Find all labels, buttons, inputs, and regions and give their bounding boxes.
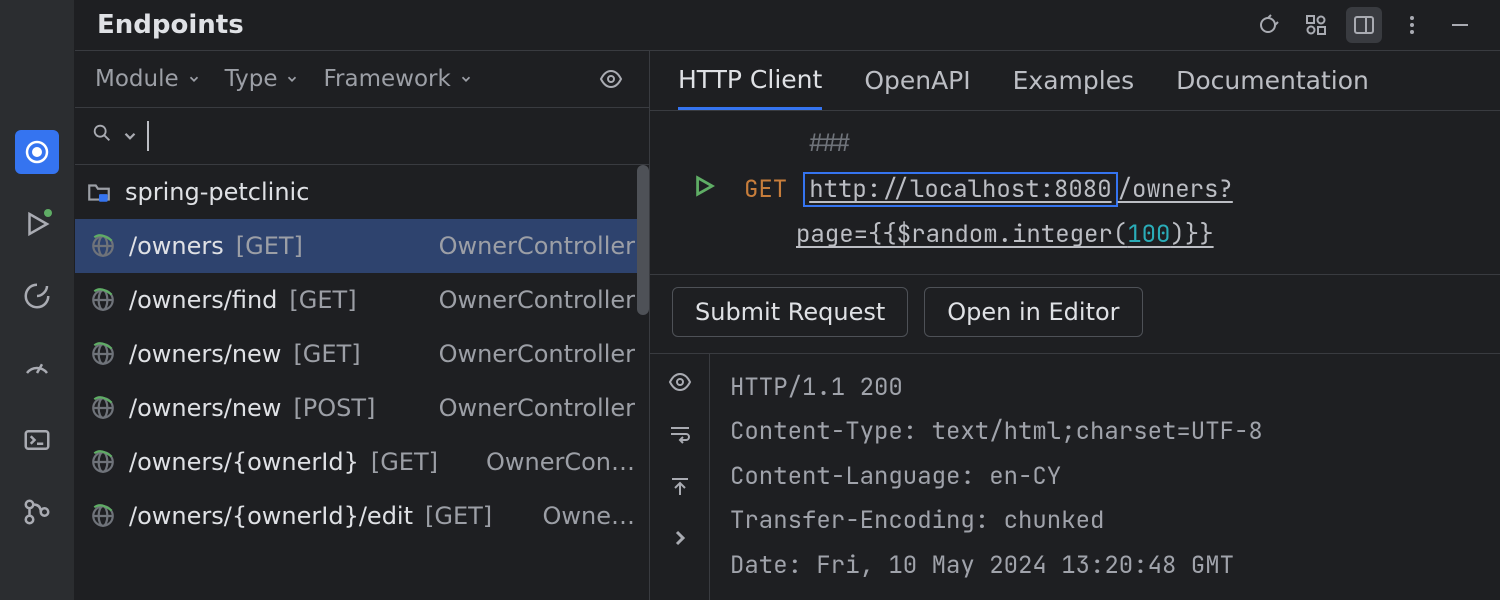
endpoints-tool-icon[interactable] [15,130,59,174]
endpoint-path: /owners/find [129,286,277,314]
globe-icon [89,448,117,476]
endpoint-method: [GET] [293,340,360,368]
search-input[interactable] [157,119,633,153]
endpoint-method: [GET] [425,502,492,530]
request-separator: ### [808,121,851,167]
tabs: HTTP Client OpenAPI Examples Documentation [650,51,1500,111]
visibility-icon[interactable] [593,61,629,97]
run-icon[interactable] [693,167,715,213]
endpoint-method: [GET] [289,286,356,314]
eye-icon[interactable] [668,370,692,400]
submit-request-button[interactable]: Submit Request [672,287,908,337]
endpoint-controller: OwnerController [439,394,635,422]
endpoint-item[interactable]: /owners [GET] OwnerController [75,219,649,273]
filter-type[interactable]: Type [225,66,300,92]
response-line: Date: Fri, 10 May 2024 13:20:48 GMT [730,544,1480,588]
globe-icon [89,502,117,530]
endpoint-item[interactable]: /owners/{ownerId}/edit [GET] Owne… [75,489,649,543]
more-icon[interactable] [1394,7,1430,43]
open-in-editor-button[interactable]: Open in Editor [924,287,1142,337]
spring-tool-icon[interactable] [15,274,59,318]
chevron-right-icon[interactable] [668,526,692,556]
endpoints-list-panel: Module Type Framework spring-petclinic /… [75,51,650,600]
folder-icon [85,178,113,206]
url-path: /owners? [1118,174,1233,205]
endpoint-method: [GET] [371,448,438,476]
run-tool-icon[interactable] [15,202,59,246]
endpoint-item[interactable]: /owners/new [POST] OwnerController [75,381,649,435]
profiler-tool-icon[interactable] [15,346,59,390]
endpoint-method: [POST] [293,394,375,422]
filter-module[interactable]: Module [95,66,201,92]
url-var-post: )}} [1170,219,1213,250]
endpoint-method: [GET] [236,232,303,260]
http-method: GET [744,167,787,213]
url-var-pre: page={{$random.integer( [796,219,1127,250]
search-icon [91,122,113,150]
response-line: Transfer-Encoding: chunked [730,499,1480,543]
search-caret [147,121,149,151]
endpoint-item[interactable]: /owners/new [GET] OwnerController [75,327,649,381]
project-label: spring-petclinic [125,178,309,206]
globe-icon [89,394,117,422]
tool-window-rail [0,0,75,600]
endpoint-controller: OwnerController [439,232,635,260]
project-node[interactable]: spring-petclinic [75,165,649,219]
globe-icon [89,340,117,368]
tab-http-client[interactable]: HTTP Client [678,51,822,110]
endpoint-path: /owners/new [129,394,281,422]
endpoint-item[interactable]: /owners/find [GET] OwnerController [75,273,649,327]
url-var-num: 100 [1127,219,1170,250]
panel-title: Endpoints [97,10,244,40]
filter-framework[interactable]: Framework [323,66,472,92]
http-editor[interactable]: ### GET http://localhost:8080/owners? pa… [650,111,1500,275]
endpoint-path: /owners [129,232,224,260]
url-host: http://localhost:8080 [803,172,1117,207]
endpoint-controller: OwnerController [439,340,635,368]
tab-openapi[interactable]: OpenAPI [864,51,970,110]
tab-documentation[interactable]: Documentation [1176,51,1369,110]
endpoint-controller: OwnerController [439,286,635,314]
response-panel: HTTP/1.1 200Content-Type: text/html;char… [650,354,1500,600]
vcs-tool-icon[interactable] [15,490,59,534]
tab-examples[interactable]: Examples [1013,51,1134,110]
settings-icon[interactable] [1250,7,1286,43]
response-line: HTTP/1.1 200 [730,366,1480,410]
endpoint-path: /owners/new [129,340,281,368]
chevron-down-icon[interactable] [121,118,139,154]
endpoint-path: /owners/{ownerId} [129,448,359,476]
soft-wrap-icon[interactable] [668,422,692,452]
scroll-to-top-icon[interactable] [668,474,692,504]
endpoint-item[interactable]: /owners/{ownerId} [GET] OwnerCon… [75,435,649,489]
endpoint-controller: OwnerCon… [486,448,635,476]
services-icon[interactable] [1298,7,1334,43]
response-line: Content-Language: en-CY [730,455,1480,499]
scrollbar[interactable] [637,165,649,315]
endpoint-controller: Owne… [543,502,636,530]
details-pane-icon[interactable] [1346,7,1382,43]
globe-icon [89,232,117,260]
minimize-icon[interactable] [1442,7,1478,43]
endpoint-path: /owners/{ownerId}/edit [129,502,413,530]
terminal-tool-icon[interactable] [15,418,59,462]
globe-icon [89,286,117,314]
response-line: Content-Type: text/html;charset=UTF-8 [730,410,1480,454]
titlebar: Endpoints [75,0,1500,51]
